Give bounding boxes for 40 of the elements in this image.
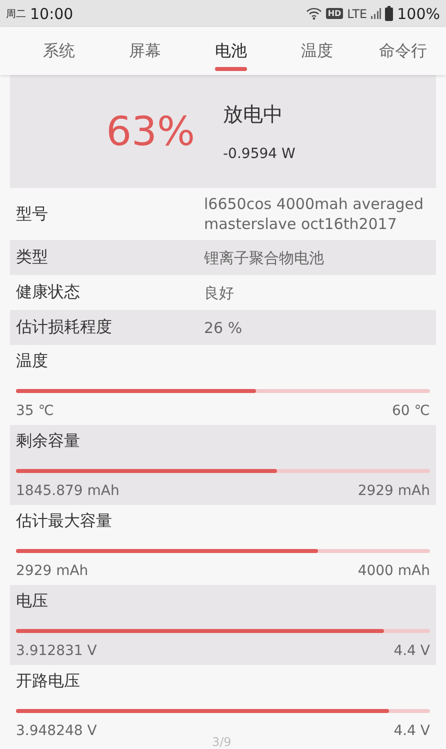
row-label: 剩余容量 xyxy=(16,431,81,452)
tab[interactable]: 温度 xyxy=(274,27,360,75)
current-reading: 3.948248 V xyxy=(16,723,97,739)
max-reading: 2929 mAh xyxy=(358,483,430,499)
max-reading: 4000 mAh xyxy=(358,563,430,579)
max-reading: 60 ℃ xyxy=(392,403,430,419)
row-value: 锂离子聚合物电池 xyxy=(204,248,325,268)
weekday: 周二 xyxy=(6,8,26,20)
row-label: 电压 xyxy=(16,591,49,612)
tab[interactable]: 屏幕 xyxy=(102,27,188,75)
page-indicator: 3/9 xyxy=(212,735,232,749)
row-value: 良好 xyxy=(204,282,235,302)
tab[interactable]: 命令行 xyxy=(360,27,446,75)
row-label: 估计损耗程度 xyxy=(16,317,113,338)
row-value: 26 % xyxy=(204,318,244,338)
charge-state: 放电中 xyxy=(223,101,284,128)
signal-icon xyxy=(371,8,382,19)
tab[interactable]: 电池 xyxy=(188,27,274,75)
battery-icon xyxy=(385,6,394,21)
current-reading: 2929 mAh xyxy=(16,563,88,579)
current-reading: 3.912831 V xyxy=(16,643,97,659)
wifi-icon xyxy=(306,7,322,20)
row-label: 开路电压 xyxy=(16,671,81,692)
battery-level: 63% xyxy=(106,108,196,154)
current-reading: 35 ℃ xyxy=(16,403,54,419)
row-label: 健康状态 xyxy=(16,282,81,303)
row-label: 温度 xyxy=(16,351,49,372)
battery-percent: 100% xyxy=(397,4,440,22)
row-label: 类型 xyxy=(16,247,49,268)
tab[interactable]: 系统 xyxy=(16,27,102,75)
network-type: LTE xyxy=(347,6,368,20)
row-value: l6650cos 4000mah averaged masterslave oct16th2017 xyxy=(204,194,425,234)
max-reading: 4.4 V xyxy=(394,643,430,659)
current-reading: 1845.879 mAh xyxy=(16,483,120,499)
power-reading: -0.9594 W xyxy=(223,146,296,162)
row-label: 估计最大容量 xyxy=(16,511,113,532)
hd-badge: HD xyxy=(326,8,344,19)
max-reading: 4.4 V xyxy=(394,723,430,739)
row-label: 型号 xyxy=(16,204,49,224)
clock: 10:00 xyxy=(30,4,74,22)
